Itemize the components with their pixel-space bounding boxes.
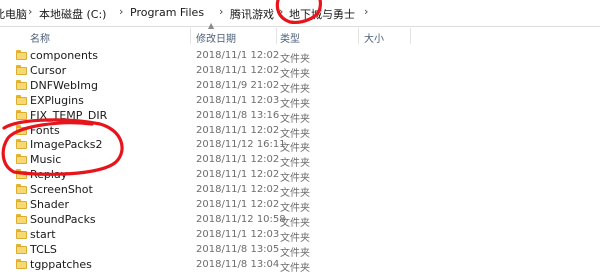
folder-icon	[16, 228, 27, 239]
folder-icon	[16, 169, 27, 180]
modified-date: 2018/11/1 12:02	[196, 64, 280, 76]
modified-date: 2018/11/1 12:02	[196, 184, 280, 196]
breadcrumb-separator[interactable]: ›	[279, 5, 283, 18]
modified-date: 2018/11/1 12:02	[196, 50, 280, 61]
column-divider[interactable]	[190, 28, 191, 44]
modified-date: 2018/11/8 13:16	[196, 109, 280, 121]
breadcrumb-program-files[interactable]: Program Files	[130, 6, 204, 19]
file-name: start	[30, 227, 56, 241]
column-date[interactable]: 修改日期	[196, 30, 236, 45]
table-row[interactable]: Cursor 2018/11/1 12:02 文件夹	[0, 63, 600, 80]
table-row[interactable]: DNFWebImg 2018/11/9 21:02 文件夹	[0, 78, 600, 95]
table-row[interactable]: FIX_TEMP_DIR 2018/11/8 13:16 文件夹	[0, 108, 600, 125]
file-type: 文件夹	[280, 262, 310, 274]
modified-date: 2018/11/12 10:58	[196, 213, 286, 225]
column-type[interactable]: 类型	[280, 30, 300, 45]
table-row[interactable]: Fonts 2018/11/1 12:02 文件夹	[0, 123, 600, 140]
table-row[interactable]: TCLS 2018/11/8 13:05 文件夹	[0, 242, 600, 259]
column-divider[interactable]	[358, 28, 359, 44]
column-header: 名称 修改日期 类型 大小	[0, 28, 600, 45]
breadcrumb-local-disk[interactable]: 本地磁盘 (C:)	[39, 6, 106, 22]
file-name: components	[30, 49, 98, 62]
modified-date: 2018/11/1 12:03	[196, 228, 280, 240]
folder-icon	[16, 184, 27, 195]
file-name: ImagePacks2	[30, 138, 103, 152]
sort-up-icon: ▲	[208, 21, 215, 30]
table-row[interactable]: ImagePacks2 2018/11/12 16:11 文件夹	[0, 137, 600, 154]
address-bar[interactable]: 此电脑 › 本地磁盘 (C:) › Program Files › 腾讯游戏 ›…	[0, 0, 600, 27]
breadcrumb-tencent-games[interactable]: 腾讯游戏	[230, 6, 274, 22]
folder-icon	[16, 124, 27, 135]
file-name: FIX_TEMP_DIR	[30, 108, 108, 122]
table-row[interactable]: start 2018/11/1 12:03 文件夹	[0, 227, 600, 244]
folder-icon	[16, 79, 27, 90]
modified-date: 2018/11/1 12:03	[196, 94, 280, 106]
modified-date: 2018/11/1 12:02	[196, 169, 280, 181]
modified-date: 2018/11/8 13:05	[196, 243, 280, 255]
breadcrumb-separator[interactable]: ›	[219, 5, 223, 18]
file-name: Cursor	[30, 63, 67, 77]
breadcrumb-separator[interactable]: ›	[364, 5, 368, 18]
breadcrumb-separator[interactable]: ›	[119, 5, 123, 18]
folder-icon	[16, 154, 27, 165]
modified-date: 2018/11/1 12:02	[196, 124, 280, 136]
file-name: Replay	[30, 168, 68, 182]
file-name: DNFWebImg	[30, 78, 98, 92]
column-divider[interactable]	[276, 28, 277, 44]
file-name: TCLS	[30, 242, 57, 256]
file-name: Fonts	[30, 123, 60, 137]
column-size[interactable]: 大小	[364, 30, 384, 45]
file-name: Music	[30, 153, 62, 167]
table-row[interactable]: EXPlugins 2018/11/1 12:03 文件夹	[0, 93, 600, 110]
folder-icon	[16, 258, 27, 269]
table-row[interactable]: Music 2018/11/1 12:02 文件夹	[0, 152, 600, 169]
file-name: SoundPacks	[30, 212, 96, 226]
folder-icon	[16, 139, 27, 150]
folder-icon	[16, 213, 27, 224]
folder-icon	[16, 94, 27, 105]
column-name[interactable]: 名称	[30, 30, 50, 45]
folder-icon	[16, 64, 27, 75]
table-row[interactable]: components 2018/11/1 12:02 文件夹	[0, 48, 600, 65]
breadcrumb-this-pc[interactable]: 此电脑	[0, 6, 27, 22]
file-name: ScreenShot	[30, 183, 93, 197]
modified-date: 2018/11/9 21:02	[196, 79, 280, 91]
folder-icon	[16, 109, 27, 120]
modified-date: 2018/11/1 12:02	[196, 199, 280, 210]
file-name: EXPlugins	[30, 93, 84, 107]
table-row[interactable]: SoundPacks 2018/11/12 10:58 文件夹	[0, 212, 600, 229]
table-row[interactable]: Replay 2018/11/1 12:02 文件夹	[0, 167, 600, 184]
modified-date: 2018/11/12 16:11	[196, 139, 286, 151]
table-row[interactable]: Shader 2018/11/1 12:02 文件夹	[0, 197, 600, 214]
file-name: Shader	[30, 198, 69, 211]
column-divider[interactable]	[410, 28, 411, 44]
modified-date: 2018/11/1 12:02	[196, 154, 280, 166]
file-name: tgppatches	[30, 257, 92, 271]
folder-icon	[16, 50, 27, 60]
breadcrumb-dnf-folder[interactable]: 地下城与勇士	[289, 6, 355, 22]
modified-date: 2018/11/8 13:04	[196, 258, 280, 270]
breadcrumb-separator[interactable]: ›	[28, 5, 32, 18]
table-row[interactable]: ScreenShot 2018/11/1 12:02 文件夹	[0, 182, 600, 199]
folder-icon	[16, 199, 27, 209]
folder-icon	[16, 243, 27, 254]
table-row[interactable]: tgppatches 2018/11/8 13:04 文件夹	[0, 257, 600, 274]
